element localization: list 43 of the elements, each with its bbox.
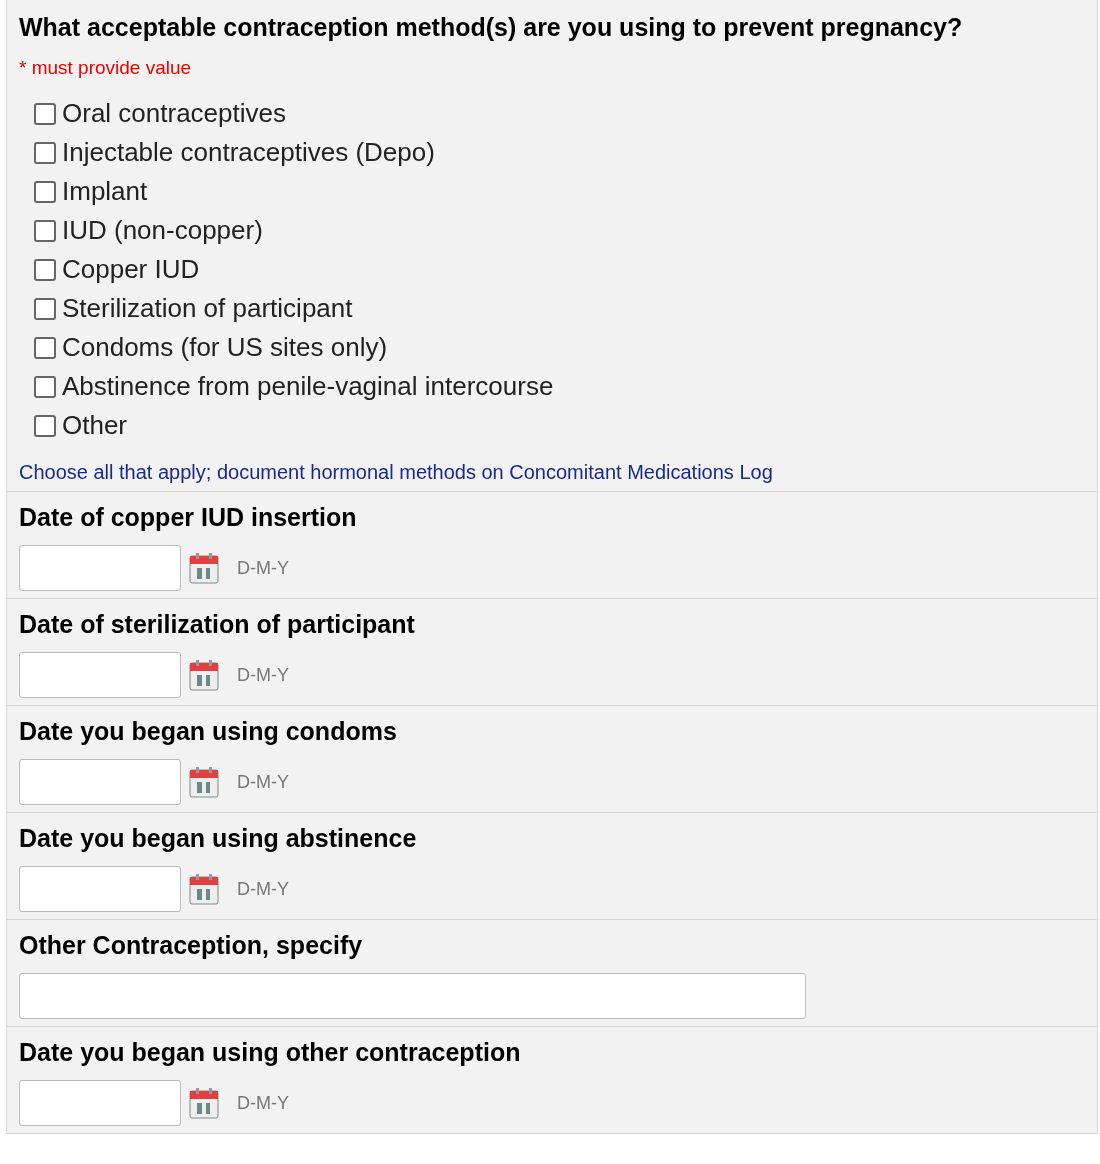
option-label[interactable]: IUD (non-copper) (62, 215, 263, 246)
checkbox[interactable] (34, 375, 56, 398)
checkbox[interactable] (34, 180, 56, 203)
option-label[interactable]: Abstinence from penile-vaginal intercourse (62, 371, 554, 402)
date-format: D-M-Y (237, 878, 289, 900)
field-label: Date of sterilization of participant (19, 609, 416, 639)
calendar-icon[interactable] (189, 552, 219, 584)
option-label[interactable]: Oral contraceptives (62, 98, 286, 129)
date-format: D-M-Y (237, 557, 289, 579)
option-label[interactable]: Condoms (for US sites only) (62, 332, 388, 363)
date-format: D-M-Y (237, 1092, 289, 1114)
checkbox[interactable] (34, 414, 56, 437)
calendar-icon[interactable] (189, 659, 219, 691)
required-note: * must provide value (19, 56, 193, 80)
field-label: Date you began using other contraception (19, 1037, 522, 1067)
field-label: Date you began using condoms (19, 716, 398, 746)
checkbox[interactable] (34, 141, 56, 164)
option-label[interactable]: Sterilization of participant (62, 293, 353, 324)
date-field[interactable] (19, 1080, 181, 1126)
option-label[interactable]: Other (62, 410, 128, 441)
checkbox[interactable] (34, 102, 56, 125)
date-format: D-M-Y (237, 771, 289, 793)
date-format: D-M-Y (237, 664, 289, 686)
calendar-icon[interactable] (189, 873, 219, 905)
field-label: Date of copper IUD insertion (19, 502, 358, 532)
date-field[interactable] (19, 759, 181, 805)
text-field[interactable] (19, 973, 806, 1019)
option-label[interactable]: Implant (62, 176, 148, 207)
checkbox[interactable] (34, 258, 56, 281)
question-title: What acceptable contraception method(s) are you using to prevent pregnancy? (19, 12, 964, 43)
date-field[interactable] (19, 866, 181, 912)
date-field[interactable] (19, 652, 181, 698)
calendar-icon[interactable] (189, 1087, 219, 1119)
checkbox[interactable] (34, 297, 56, 320)
option-label[interactable]: Injectable contraceptives (Depo) (62, 137, 435, 168)
calendar-icon[interactable] (189, 766, 219, 798)
field-label: Date you began using abstinence (19, 823, 418, 853)
checkbox[interactable] (34, 219, 56, 242)
field-label: Other Contraception, specify (19, 930, 364, 960)
field-note: Choose all that apply; document hormonal methods on Concomitant Medications Log (19, 460, 774, 485)
option-label[interactable]: Copper IUD (62, 254, 200, 285)
date-field[interactable] (19, 545, 181, 591)
checkbox[interactable] (34, 336, 56, 359)
